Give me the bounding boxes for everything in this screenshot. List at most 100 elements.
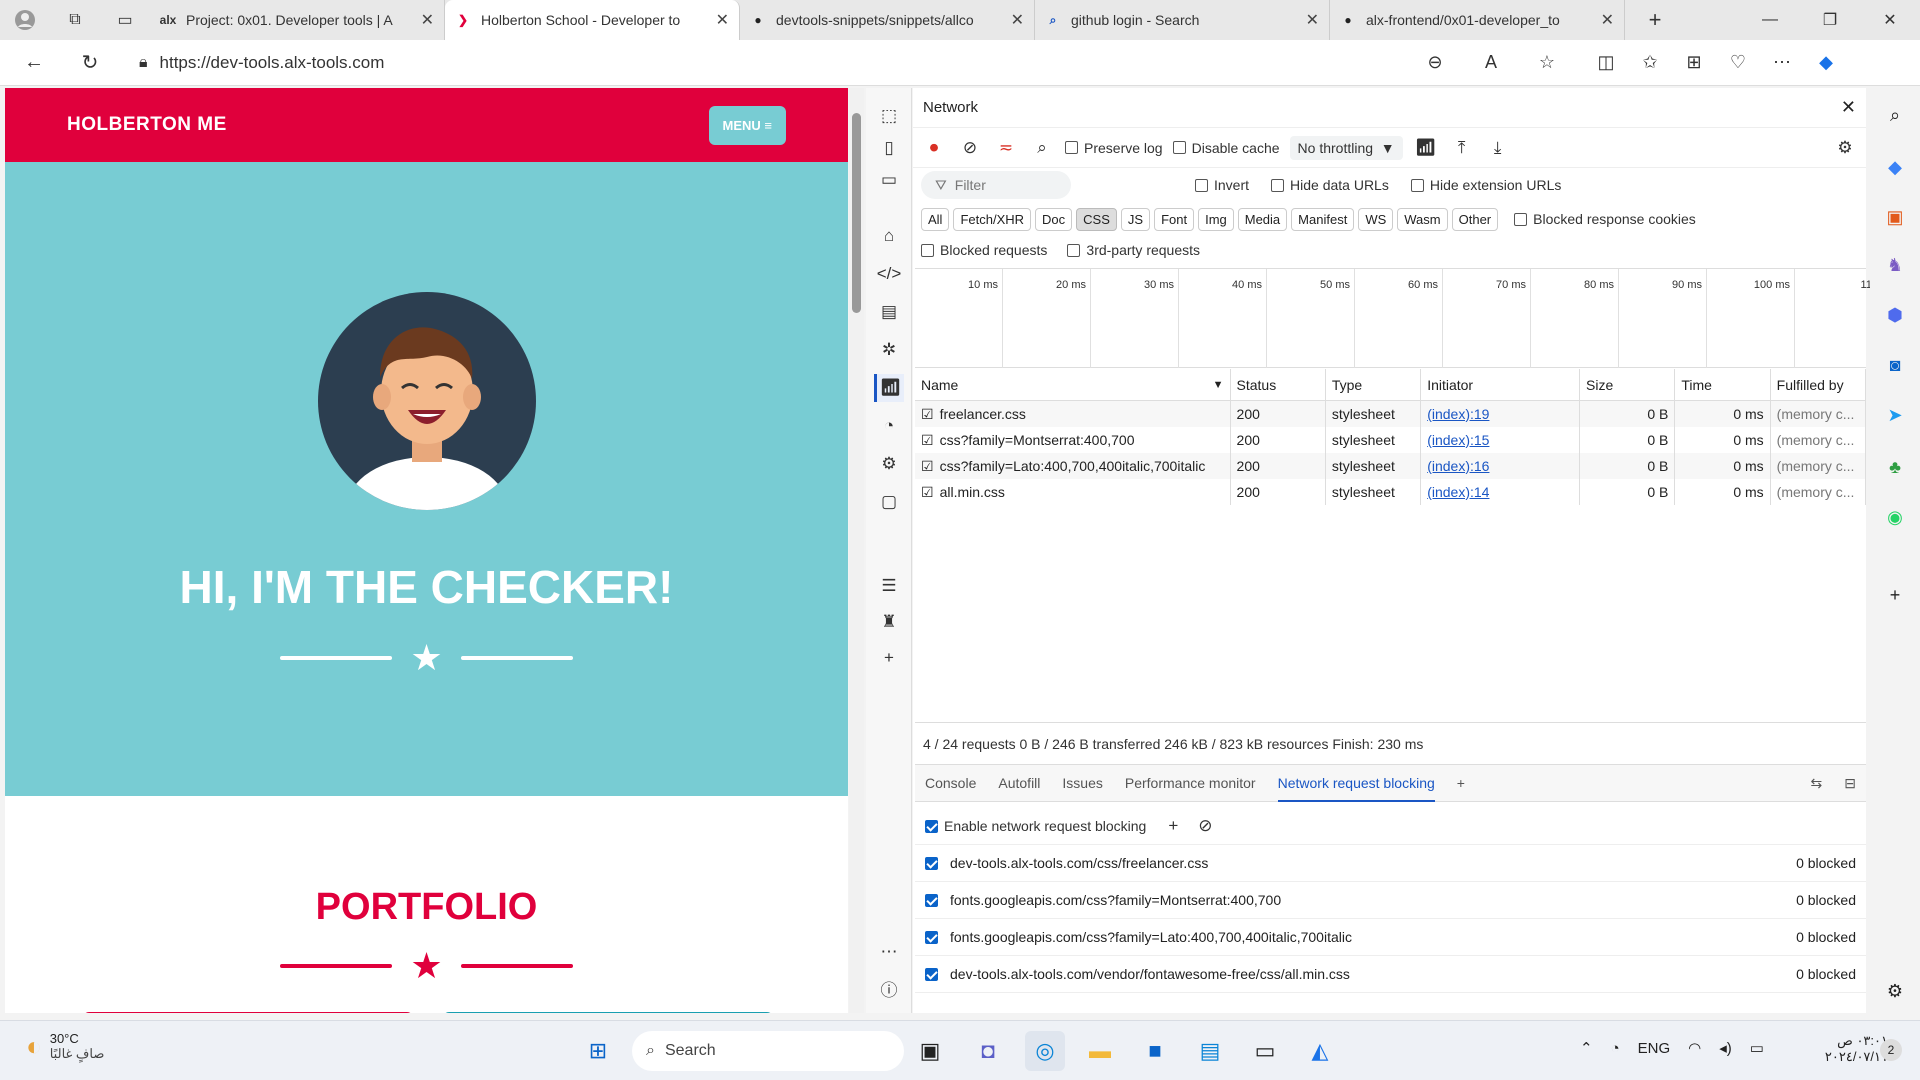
- filter-chip[interactable]: Manifest: [1291, 207, 1355, 231]
- close-tab-icon[interactable]: ✕: [1011, 10, 1024, 30]
- tree-icon[interactable]: ♣: [1882, 454, 1908, 480]
- refresh-button[interactable]: ↻: [70, 43, 110, 83]
- record-icon[interactable]: ⏺: [921, 135, 947, 161]
- browser-tab[interactable]: ● alx-frontend/0x01-developer_to ✕: [1330, 0, 1625, 40]
- add-tool-icon[interactable]: +: [874, 644, 904, 672]
- dock-icon[interactable]: ▭: [874, 166, 904, 194]
- blocked-requests-checkbox[interactable]: Blocked requests: [921, 242, 1047, 258]
- close-drawer-icon[interactable]: ⊟: [1844, 775, 1856, 792]
- send-icon[interactable]: ➤: [1882, 402, 1908, 428]
- hide-extension-urls-checkbox[interactable]: Hide extension URLs: [1410, 177, 1561, 193]
- filter-input[interactable]: ⛛ Filter: [921, 171, 1071, 199]
- copilot-icon[interactable]: ◆: [1804, 43, 1848, 83]
- filter-chip[interactable]: Other: [1451, 207, 1499, 231]
- network-timeline[interactable]: 10 ms 20 ms 30 ms 40 ms 50 ms 60 ms 70 ms 80 ms…: [915, 268, 1883, 368]
- help-icon[interactable]: ⓘ: [874, 974, 904, 1002]
- import-har-icon[interactable]: ⤒: [1449, 135, 1475, 161]
- task-view-icon[interactable]: ▣: [910, 1031, 950, 1071]
- search-icon[interactable]: ⌕: [1029, 135, 1055, 161]
- table-row[interactable]: ☑ css?family=Montserrat:400,700 200 stylesh…: [915, 427, 1866, 453]
- blocked-cookies-checkbox[interactable]: Blocked response cookies: [1514, 211, 1696, 227]
- network-conditions-icon[interactable]: 📶︎: [1413, 135, 1439, 161]
- blocked-pattern-row[interactable]: fonts.googleapis.com/css?family=Montserr…: [915, 882, 1866, 919]
- outlook-icon[interactable]: ◙: [1882, 352, 1908, 378]
- cell-initiator[interactable]: (index):15: [1421, 427, 1580, 453]
- disable-cache-checkbox[interactable]: Disable cache: [1172, 140, 1280, 156]
- browser-tab[interactable]: ⌕ github login - Search ✕: [1035, 0, 1330, 40]
- drawer-tab[interactable]: Issues: [1062, 775, 1102, 791]
- close-tab-icon[interactable]: ✕: [1601, 10, 1614, 30]
- vertical-tabs-icon[interactable]: ▭: [100, 0, 150, 40]
- browser-tab[interactable]: ● devtools-snippets/snippets/allco ✕: [740, 0, 1035, 40]
- zoom-icon[interactable]: ⊖: [1413, 43, 1457, 83]
- inspect-icon[interactable]: ⬚: [874, 102, 904, 130]
- close-tab-icon[interactable]: ✕: [1306, 10, 1319, 30]
- workspaces-icon[interactable]: ⧉: [50, 0, 100, 40]
- teams-chat-icon[interactable]: ◘: [968, 1031, 1008, 1071]
- column-header[interactable]: Initiator: [1421, 369, 1580, 400]
- elements-icon[interactable]: </>: [874, 260, 904, 288]
- welcome-icon[interactable]: ⌂: [874, 222, 904, 250]
- favorite-star-icon[interactable]: ☆: [1525, 43, 1569, 83]
- terminal-icon[interactable]: ▭: [1245, 1031, 1285, 1071]
- site-brand[interactable]: HOLBERTON ME: [67, 114, 227, 136]
- more-tools-icon[interactable]: ⋯: [874, 938, 904, 966]
- invert-checkbox[interactable]: Invert: [1195, 177, 1249, 193]
- store-icon[interactable]: ■: [1135, 1031, 1175, 1071]
- close-tab-icon[interactable]: ✕: [421, 10, 434, 30]
- enable-blocking-checkbox[interactable]: Enable network request blocking: [925, 818, 1146, 834]
- column-header[interactable]: Fulfilled by: [1771, 369, 1866, 400]
- remove-all-patterns-icon[interactable]: ⊘: [1192, 813, 1218, 839]
- filter-chip[interactable]: Media: [1237, 207, 1288, 231]
- taskbar-search[interactable]: ⌕ Search: [632, 1031, 904, 1071]
- filter-chip[interactable]: Img: [1198, 207, 1234, 231]
- lighthouse-icon[interactable]: ♜: [874, 608, 904, 636]
- issues-icon[interactable]: ☰: [874, 572, 904, 600]
- whatsapp-icon[interactable]: ◉: [1882, 504, 1908, 530]
- split-screen-icon[interactable]: ◫: [1584, 43, 1628, 83]
- add-sidebar-app-icon[interactable]: +: [1882, 582, 1908, 608]
- filter-chip[interactable]: WS: [1358, 207, 1394, 231]
- url-field[interactable]: 🔒︎ https://dev-tools.alx-tools.com ⊖ A ☆: [124, 43, 1584, 83]
- filter-chip[interactable]: JS: [1120, 207, 1151, 231]
- back-button[interactable]: ←: [14, 43, 54, 83]
- profile-icon[interactable]: [0, 0, 50, 40]
- photos-icon[interactable]: ◭: [1300, 1031, 1340, 1071]
- page-scrollbar[interactable]: [849, 88, 864, 1013]
- performance-icon[interactable]: ◔: [874, 412, 904, 440]
- clear-icon[interactable]: ⊘: [957, 135, 983, 161]
- file-explorer-icon[interactable]: ▬: [1080, 1031, 1120, 1071]
- close-window-button[interactable]: ✕: [1860, 0, 1920, 40]
- table-row[interactable]: ☑ css?family=Lato:400,700,400italic,700it…: [915, 453, 1866, 479]
- filter-chip[interactable]: CSS: [1076, 207, 1117, 231]
- security-icon[interactable]: ◔: [1611, 1040, 1620, 1057]
- console-icon[interactable]: ▤: [874, 298, 904, 326]
- filter-toggle-icon[interactable]: ≂: [993, 135, 1019, 161]
- sidebar-settings-icon[interactable]: ⚙: [1882, 978, 1908, 1004]
- start-icon[interactable]: ⊞: [578, 1031, 618, 1071]
- memory-icon[interactable]: ⚙: [874, 450, 904, 478]
- settings-gear-icon[interactable]: ⚙: [1832, 135, 1858, 161]
- blocked-pattern-row[interactable]: fonts.googleapis.com/css?family=Lato:400…: [915, 919, 1866, 956]
- notepad-icon[interactable]: ▤: [1190, 1031, 1230, 1071]
- column-header-name[interactable]: Name ▼: [915, 369, 1231, 400]
- network-icon[interactable]: 📶︎: [874, 374, 904, 402]
- minimize-button[interactable]: —: [1740, 0, 1800, 40]
- volume-icon[interactable]: ◂): [1719, 1039, 1732, 1057]
- device-emulation-icon[interactable]: ▯: [874, 134, 904, 162]
- pattern-checkbox[interactable]: [925, 967, 938, 981]
- throttling-select[interactable]: No throttling ▼: [1289, 135, 1403, 160]
- table-row[interactable]: ☑ all.min.css 200 stylesheet (index):14 0 B 0 …: [915, 479, 1866, 505]
- drawer-tab[interactable]: Network request blocking: [1277, 775, 1435, 802]
- games-icon[interactable]: ♞: [1882, 252, 1908, 278]
- pattern-checkbox[interactable]: [925, 893, 938, 907]
- battery-icon[interactable]: ▭: [1750, 1039, 1764, 1057]
- column-header[interactable]: Time: [1675, 369, 1771, 400]
- browser-tab[interactable]: alx Project: 0x01. Developer tools | A ✕: [150, 0, 445, 40]
- lock-icon[interactable]: 🔒︎: [139, 54, 148, 72]
- scrollbar-thumb[interactable]: [852, 113, 861, 313]
- pattern-checkbox[interactable]: [925, 930, 938, 944]
- language-indicator[interactable]: ENG: [1638, 1040, 1671, 1057]
- shopping-tag-icon[interactable]: ◆: [1882, 154, 1908, 180]
- filter-chip[interactable]: Font: [1154, 207, 1195, 231]
